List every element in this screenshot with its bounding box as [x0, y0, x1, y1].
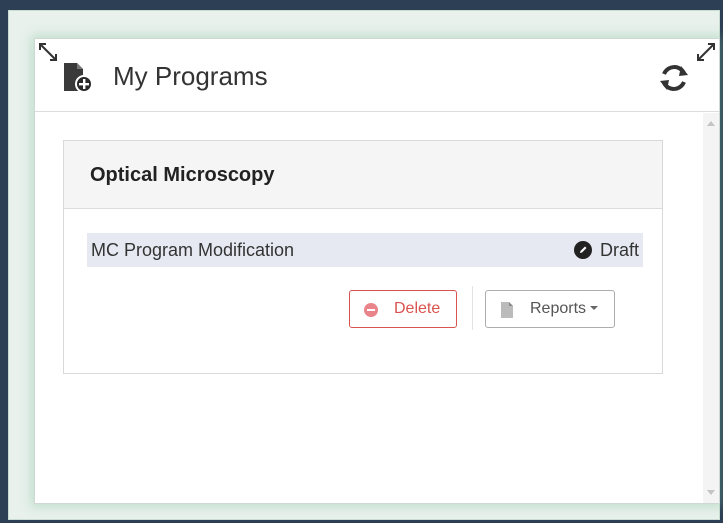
- widget-title: My Programs: [113, 61, 268, 91]
- button-separator: [472, 286, 473, 330]
- program-row[interactable]: MC Program Modification Draft: [87, 233, 643, 267]
- widget-body: Optical Microscopy MC Program Modificati…: [35, 113, 719, 503]
- file-plus-icon: [64, 63, 93, 93]
- resize-diagonal-icon[interactable]: [37, 41, 59, 63]
- resize-diagonal-icon[interactable]: [695, 41, 717, 63]
- vertical-scrollbar[interactable]: [703, 113, 719, 503]
- document-icon: [501, 302, 513, 318]
- my-programs-widget: My Programs Optical Microscopy MC Progra…: [34, 38, 720, 504]
- program-status-label: Draft: [599, 240, 639, 260]
- refresh-icon[interactable]: [657, 61, 691, 95]
- program-group-title: Optical Microscopy: [64, 141, 662, 209]
- scroll-up-arrow-icon[interactable]: [707, 121, 715, 126]
- pencil-circle-icon: [573, 241, 592, 259]
- delete-button[interactable]: Delete: [349, 290, 457, 328]
- chevron-down-icon: [590, 306, 599, 310]
- program-name[interactable]: MC Program Modification: [91, 233, 294, 267]
- reports-button-label: Reports: [530, 300, 587, 317]
- program-group-panel: Optical Microscopy MC Program Modificati…: [63, 140, 663, 374]
- program-status: Draft: [573, 233, 639, 267]
- reports-dropdown-button[interactable]: Reports: [485, 290, 615, 328]
- widget-header: My Programs: [35, 39, 719, 112]
- minus-circle-icon: [364, 303, 378, 317]
- delete-button-label: Delete: [394, 300, 441, 317]
- scroll-down-arrow-icon[interactable]: [707, 490, 715, 495]
